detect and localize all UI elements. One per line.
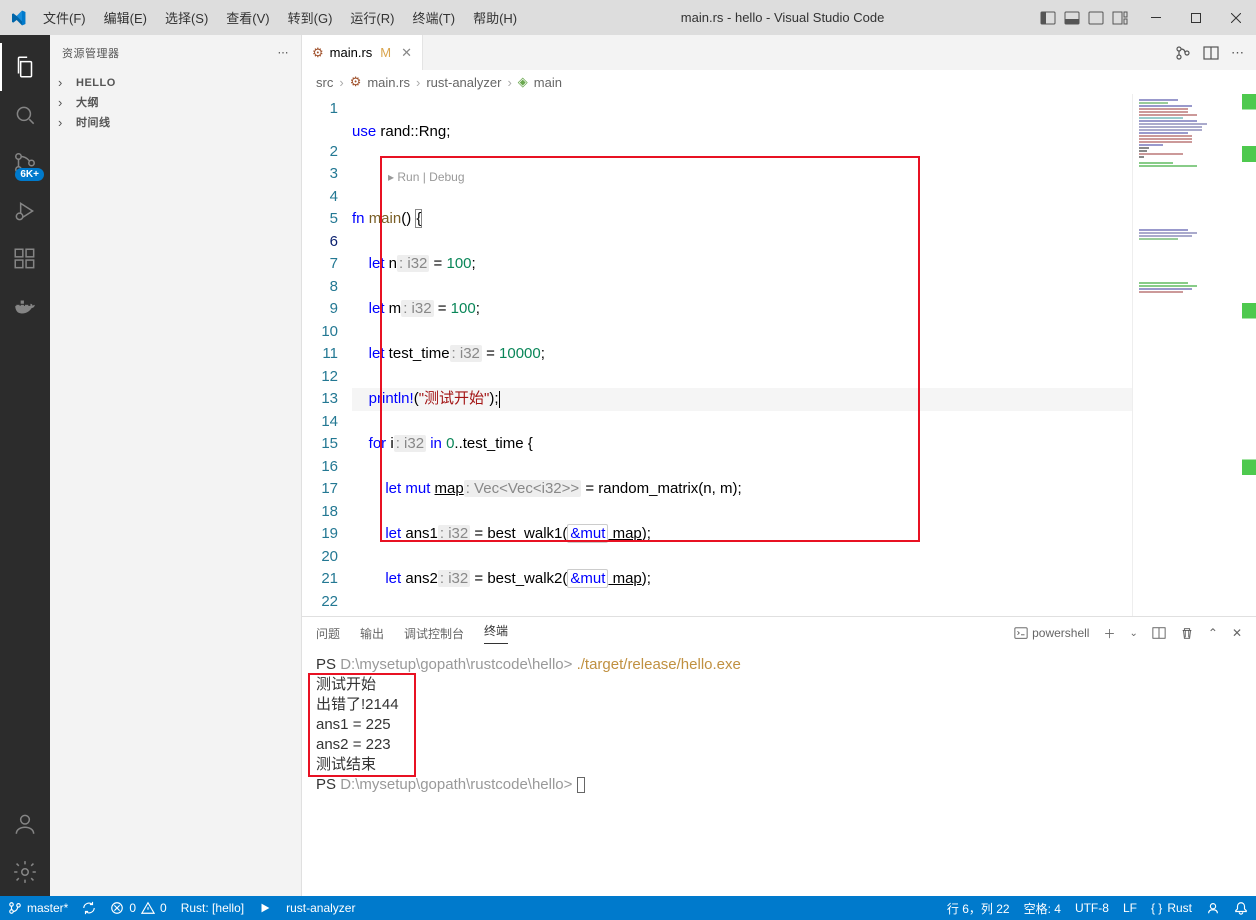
window-title: main.rs - hello - Visual Studio Code	[525, 10, 1040, 25]
menu-bar: 文件(F) 编辑(E) 选择(S) 查看(V) 转到(G) 运行(R) 终端(T…	[35, 2, 525, 33]
split-editor-icon[interactable]	[1203, 45, 1219, 61]
panel-tabs: 问题 输出 调试控制台 终端 powershell ＋ ⌄ ⌃ ✕	[302, 617, 1256, 649]
vscode-icon	[0, 10, 35, 26]
split-terminal-icon[interactable]	[1152, 626, 1166, 640]
status-problems[interactable]: 0 0	[110, 901, 166, 915]
status-spaces[interactable]: 空格: 4	[1024, 900, 1061, 917]
status-encoding[interactable]: UTF-8	[1075, 901, 1109, 915]
layout-bottom-icon[interactable]	[1064, 10, 1080, 26]
panel-tab-terminal[interactable]: 终端	[484, 622, 508, 644]
status-eol[interactable]: LF	[1123, 901, 1137, 915]
menu-goto[interactable]: 转到(G)	[280, 2, 341, 33]
breadcrumb[interactable]: src › ⚙ main.rs › rust-analyzer › ◈ main	[302, 70, 1256, 94]
chevron-right-icon: ›	[58, 75, 72, 90]
rust-file-icon: ⚙	[350, 74, 362, 90]
menu-help[interactable]: 帮助(H)	[465, 2, 525, 33]
status-feedback-icon[interactable]	[1206, 901, 1220, 915]
status-sync[interactable]	[82, 901, 96, 915]
code-lens[interactable]: ▸ Run | Debug	[352, 166, 1132, 186]
activity-explorer[interactable]	[0, 43, 50, 91]
line-gutter: 1 2345 6 78910 11121314 15161718 1920212…	[302, 94, 352, 616]
activity-scm[interactable]: 6K+	[0, 139, 50, 187]
chevron-right-icon: ›	[58, 95, 72, 110]
scm-badge: 6K+	[15, 168, 44, 181]
tab-modified-indicator: M	[380, 45, 391, 60]
activity-debug[interactable]	[0, 187, 50, 235]
activity-extensions[interactable]	[0, 235, 50, 283]
status-language[interactable]: { } Rust	[1151, 901, 1192, 915]
title-bar: 文件(F) 编辑(E) 选择(S) 查看(V) 转到(G) 运行(R) 终端(T…	[0, 0, 1256, 35]
editor-tabs: ⚙ main.rs M ✕ ⋯	[302, 35, 1256, 70]
tab-close-icon[interactable]: ✕	[401, 45, 412, 61]
minimap[interactable]	[1132, 94, 1242, 616]
overview-ruler[interactable]	[1242, 94, 1256, 616]
new-terminal-icon[interactable]: ＋	[1103, 625, 1115, 642]
activity-search[interactable]	[0, 91, 50, 139]
activity-bar: 6K+	[0, 35, 50, 896]
layout-left-icon[interactable]	[1040, 10, 1056, 26]
sidebar-header: 资源管理器 ⋯	[50, 35, 301, 70]
activity-docker[interactable]	[0, 283, 50, 331]
tab-label: main.rs	[330, 45, 373, 60]
terminal-dropdown-icon[interactable]: ⌄	[1129, 628, 1137, 639]
editor-area: ⚙ main.rs M ✕ ⋯ src › ⚙ main.rs › rust-a…	[302, 35, 1256, 896]
sidebar-folder-label: HELLO	[76, 77, 116, 89]
kill-terminal-icon[interactable]	[1180, 626, 1194, 640]
panel-tab-output[interactable]: 输出	[360, 625, 384, 642]
maximize-button[interactable]	[1176, 0, 1216, 35]
breadcrumb-fn[interactable]: main	[534, 75, 562, 90]
sidebar-timeline[interactable]: › 时间线	[50, 112, 301, 132]
window-controls	[1136, 0, 1256, 35]
panel: 问题 输出 调试控制台 终端 powershell ＋ ⌄ ⌃ ✕ PS D:\…	[302, 616, 1256, 896]
tab-main-rs[interactable]: ⚙ main.rs M ✕	[302, 35, 423, 70]
status-bar: master* 0 0 Rust: [hello] rust-analyzer …	[0, 896, 1256, 920]
breadcrumb-src[interactable]: src	[316, 75, 333, 90]
terminal-content[interactable]: PS D:\mysetup\gopath\rustcode\hello> ./t…	[302, 649, 1256, 896]
sidebar-folder-hello[interactable]: › HELLO	[50, 73, 301, 92]
panel-tab-debug[interactable]: 调试控制台	[404, 625, 464, 642]
sidebar-title: 资源管理器	[62, 45, 120, 61]
status-debug-target[interactable]	[258, 901, 272, 915]
menu-run[interactable]: 运行(R)	[342, 2, 402, 33]
status-rust-analyzer[interactable]: rust-analyzer	[286, 901, 355, 915]
menu-edit[interactable]: 编辑(E)	[96, 2, 155, 33]
code-editor[interactable]: use rand::Rng; ▸ Run | Debug fn main() {…	[352, 94, 1132, 616]
menu-file[interactable]: 文件(F)	[35, 2, 94, 33]
rust-file-icon: ⚙	[312, 45, 324, 61]
chevron-right-icon: ›	[58, 115, 72, 130]
menu-view[interactable]: 查看(V)	[218, 2, 277, 33]
menu-terminal[interactable]: 终端(T)	[404, 2, 463, 33]
breadcrumb-file[interactable]: main.rs	[367, 75, 410, 90]
status-cursor-pos[interactable]: 行 6，列 22	[947, 900, 1010, 917]
panel-tab-problems[interactable]: 问题	[316, 625, 340, 642]
activity-account[interactable]	[0, 800, 50, 848]
panel-close-icon[interactable]: ✕	[1232, 626, 1242, 640]
cube-icon: ◈	[518, 74, 528, 90]
sidebar-outline[interactable]: › 大纲	[50, 92, 301, 112]
minimize-button[interactable]	[1136, 0, 1176, 35]
activity-settings[interactable]	[0, 848, 50, 896]
status-branch[interactable]: master*	[8, 901, 68, 915]
compare-changes-icon[interactable]	[1175, 45, 1191, 61]
panel-maximize-icon[interactable]: ⌃	[1208, 626, 1218, 640]
layout-custom-icon[interactable]	[1112, 10, 1128, 26]
layout-right-icon[interactable]	[1088, 10, 1104, 26]
tab-more-icon[interactable]: ⋯	[1231, 45, 1244, 61]
sidebar-timeline-label: 时间线	[76, 114, 111, 130]
close-button[interactable]	[1216, 0, 1256, 35]
terminal-profile[interactable]: powershell	[1014, 626, 1089, 640]
status-rust-project[interactable]: Rust: [hello]	[181, 901, 244, 915]
menu-select[interactable]: 选择(S)	[157, 2, 216, 33]
status-bell-icon[interactable]	[1234, 901, 1248, 915]
sidebar-more-icon[interactable]: ⋯	[278, 46, 290, 59]
breadcrumb-ra[interactable]: rust-analyzer	[426, 75, 501, 90]
sidebar: 资源管理器 ⋯ › HELLO › 大纲 › 时间线	[50, 35, 302, 896]
sidebar-outline-label: 大纲	[76, 94, 99, 110]
